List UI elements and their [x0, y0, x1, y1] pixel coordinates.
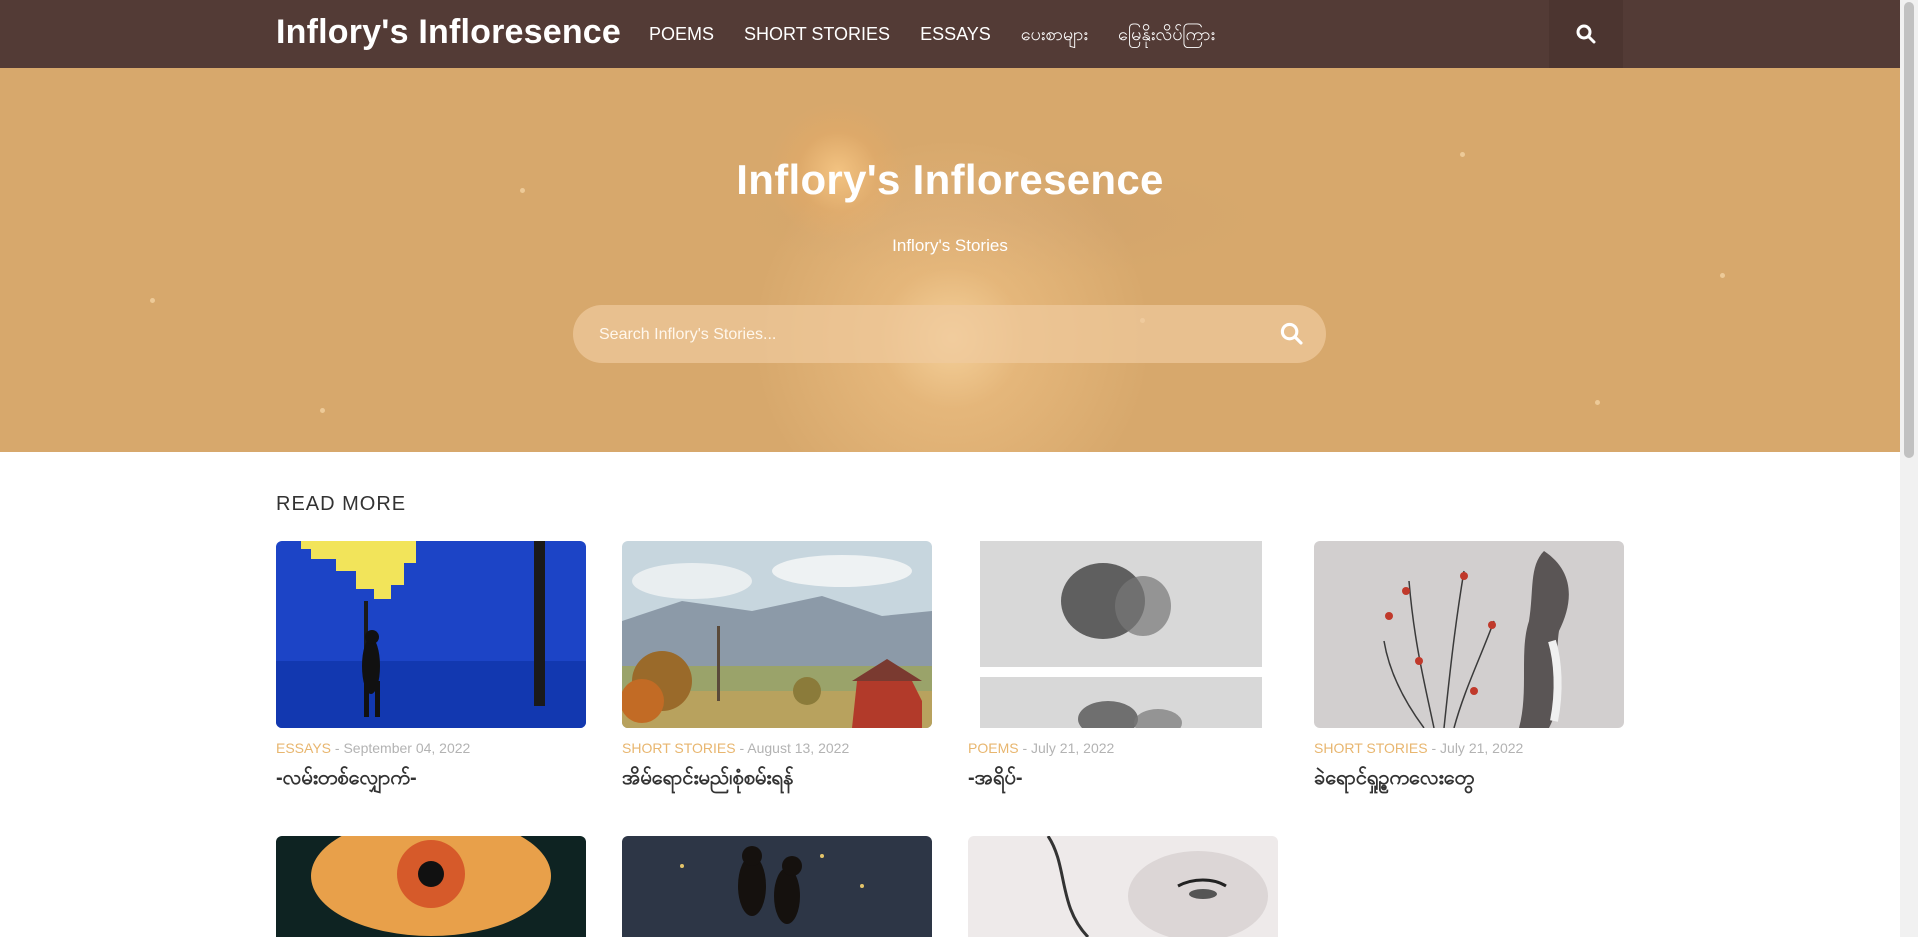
post-meta: SHORT STORIES - July 21, 2022	[1314, 740, 1624, 756]
nav-item-letters[interactable]: ပေးစာများ	[1021, 0, 1088, 68]
page-scrollbar[interactable]	[1900, 0, 1918, 937]
hero-search-bar	[573, 305, 1326, 365]
post-card[interactable]: SHORT STORIES - July 21, 2022 ခဲရောင်ရှု…	[1314, 541, 1624, 794]
search-icon[interactable]	[1280, 322, 1304, 346]
post-card[interactable]	[622, 836, 932, 937]
post-meta: ESSAYS - September 04, 2022	[276, 740, 586, 756]
post-thumbnail[interactable]	[622, 836, 932, 937]
hero-search-input[interactable]	[597, 305, 1261, 365]
post-title[interactable]: -အရိပ်-	[968, 764, 1278, 794]
hero-banner: Inflory's Infloresence Inflory's Stories	[0, 68, 1900, 452]
post-title[interactable]: အိမ်ရောင်းမည်၊စုံစမ်းရန်	[622, 764, 932, 794]
post-card[interactable]: POEMS - July 21, 2022 -အရိပ်-	[968, 541, 1278, 794]
post-meta: POEMS - July 21, 2022	[968, 740, 1278, 756]
post-thumbnail[interactable]	[276, 541, 586, 728]
read-more-heading: READ MORE	[276, 493, 407, 515]
post-card[interactable]	[968, 836, 1278, 937]
hero-sparkle	[320, 408, 325, 413]
post-category[interactable]: ESSAYS	[276, 740, 331, 756]
post-card[interactable]: SHORT STORIES - August 13, 2022 အိမ်ရောင…	[622, 541, 932, 794]
post-meta: SHORT STORIES - August 13, 2022	[622, 740, 932, 756]
nav-item-myanmar-category[interactable]: မြေနိုးလိပ်ကြား	[1118, 0, 1215, 68]
search-icon	[1576, 24, 1596, 44]
post-category[interactable]: SHORT STORIES	[1314, 740, 1428, 756]
nav-item-poems[interactable]: POEMS	[649, 0, 714, 68]
post-title[interactable]: -လမ်းတစ်လျှောက်-	[276, 764, 586, 794]
post-thumbnail[interactable]	[968, 836, 1278, 937]
hero-subtitle: Inflory's Stories	[892, 236, 1008, 255]
post-category[interactable]: SHORT STORIES	[622, 740, 736, 756]
post-date: - July 21, 2022	[1018, 740, 1115, 756]
hero-sparkle	[1720, 273, 1725, 278]
post-thumbnail[interactable]	[968, 541, 1278, 728]
post-date: - July 21, 2022	[1427, 740, 1524, 756]
post-card[interactable]: ESSAYS - September 04, 2022 -လမ်းတစ်လျှေ…	[276, 541, 586, 794]
nav-item-essays[interactable]: ESSAYS	[920, 0, 991, 68]
post-thumbnail[interactable]	[1314, 541, 1624, 728]
post-category[interactable]: POEMS	[968, 740, 1019, 756]
post-date: - September 04, 2022	[331, 740, 471, 756]
nav-search-button[interactable]	[1549, 0, 1623, 68]
site-brand-link[interactable]: Inflory's Infloresence	[276, 10, 621, 54]
post-thumbnail[interactable]	[622, 541, 932, 728]
post-card[interactable]	[276, 836, 586, 937]
nav-item-short-stories[interactable]: SHORT STORIES	[744, 0, 890, 68]
post-thumbnail[interactable]	[276, 836, 586, 937]
scrollbar-thumb[interactable]	[1904, 2, 1914, 458]
hero-title: Inflory's Infloresence	[736, 156, 1164, 203]
post-title[interactable]: ခဲရောင်ရှုဥ္ဓကလေးတွေ	[1314, 764, 1624, 794]
post-date: - August 13, 2022	[735, 740, 850, 756]
hero-sparkle	[1595, 400, 1600, 405]
nav-menu: POEMS SHORT STORIES ESSAYS ပေးစာများ မြေ…	[649, 0, 1245, 68]
top-navbar: Inflory's Infloresence POEMS SHORT STORI…	[0, 0, 1900, 68]
hero-sparkle	[150, 298, 155, 303]
